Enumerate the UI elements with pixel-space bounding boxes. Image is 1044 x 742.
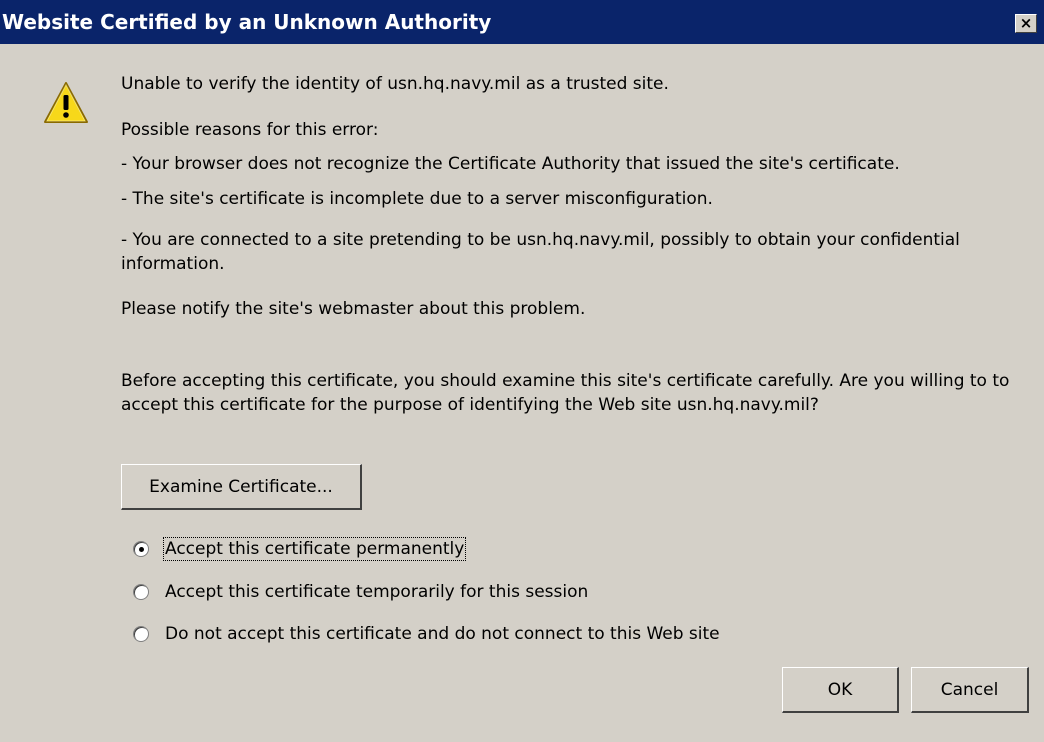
cancel-button[interactable]: Cancel [911,667,1029,713]
option-do-not-accept[interactable]: Do not accept this certificate and do no… [133,621,721,647]
before-accepting-message: Before accepting this certificate, you s… [121,371,1010,415]
close-icon: × [1019,14,1033,32]
reason-impostor: - You are connected to a site pretending… [121,230,960,274]
option-accept-session[interactable]: Accept this certificate temporarily for … [133,579,589,605]
radio-selected-dot [139,547,144,552]
identity-message: Unable to verify the identity of usn.hq.… [121,74,669,94]
ok-button[interactable]: OK [782,667,899,713]
radio-accept-session[interactable] [133,584,149,600]
option-label: Do not accept this certificate and do no… [165,624,720,644]
option-accept-permanently[interactable]: Accept this certificate permanently [133,536,467,562]
window-title: Website Certified by an Unknown Authorit… [2,10,492,34]
reasons-header: Possible reasons for this error: [121,120,379,140]
notify-message: Please notify the site's webmaster about… [121,299,586,319]
examine-certificate-button[interactable]: Examine Certificate... [121,464,362,510]
radio-do-not-accept[interactable] [133,626,149,642]
option-label: Accept this certificate permanently [162,537,467,561]
title-bar: Website Certified by an Unknown Authorit… [0,0,1044,44]
warning-icon [44,82,88,123]
option-label: Accept this certificate temporarily for … [165,582,589,602]
reason-unknown-ca: - Your browser does not recognize the Ce… [121,154,900,174]
reason-incomplete: - The site's certificate is incomplete d… [121,189,713,209]
close-button[interactable]: × [1015,14,1037,33]
radio-accept-permanently[interactable] [133,541,149,557]
